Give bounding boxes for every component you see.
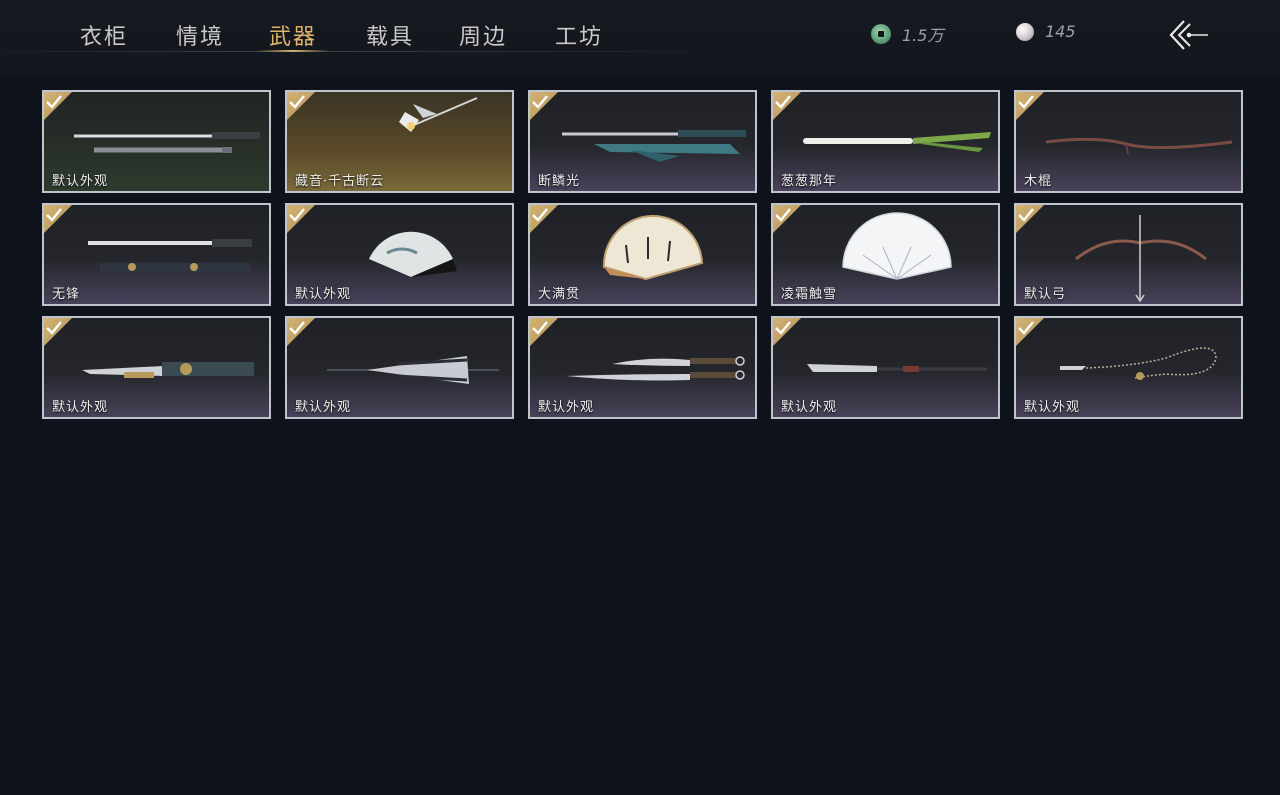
weapon-card[interactable]: 默认外观 bbox=[42, 90, 271, 193]
weapon-card[interactable]: 默认外观 bbox=[771, 316, 1000, 419]
weapon-card[interactable]: 断鳞光 bbox=[528, 90, 757, 193]
item-label: 默认弓 bbox=[1024, 287, 1067, 302]
top-bar: 衣柜 情境 武器 载具 周边 工坊 1.5万 145 bbox=[0, 0, 1280, 76]
jade-coin-icon bbox=[871, 24, 891, 44]
category-tabs: 衣柜 情境 武器 载具 周边 工坊 bbox=[0, 0, 690, 52]
item-label: 默认外观 bbox=[295, 400, 352, 415]
item-label: 默认外观 bbox=[781, 400, 838, 415]
tab-scene[interactable]: 情境 bbox=[176, 19, 224, 51]
weapon-card[interactable]: 默认外观 bbox=[285, 203, 514, 306]
tab-vehicles[interactable]: 载具 bbox=[366, 19, 414, 51]
item-label: 凌霜触雪 bbox=[781, 287, 838, 302]
back-arrow-icon bbox=[1169, 20, 1208, 50]
tab-accessories[interactable]: 周边 bbox=[459, 19, 507, 51]
item-label: 默认外观 bbox=[1024, 400, 1081, 415]
item-label: 默认外观 bbox=[538, 400, 595, 415]
item-label: 木棍 bbox=[1024, 174, 1053, 189]
weapon-card[interactable]: 木棍 bbox=[1014, 90, 1243, 193]
weapon-card[interactable]: 无锋 bbox=[42, 203, 271, 306]
item-label: 葱葱那年 bbox=[781, 174, 838, 189]
item-label: 默认外观 bbox=[295, 287, 352, 302]
item-label: 默认外观 bbox=[52, 400, 109, 415]
coin-value: 1.5万 bbox=[902, 26, 944, 45]
weapon-grid: 默认外观 藏音·千古断云 断鳞光 葱葱那年 木棍 无锋 默认外观 大满贯 凌霜触… bbox=[42, 90, 1244, 420]
weapon-card[interactable]: 默认外观 bbox=[42, 316, 271, 419]
weapon-card[interactable]: 葱葱那年 bbox=[771, 90, 1000, 193]
pearl-icon bbox=[1016, 22, 1034, 41]
item-label: 无锋 bbox=[52, 287, 81, 302]
tab-wardrobe[interactable]: 衣柜 bbox=[80, 19, 128, 51]
coin-balance: 1.5万 bbox=[871, 22, 943, 46]
weapon-card[interactable]: 默认弓 bbox=[1014, 203, 1243, 306]
back-button[interactable] bbox=[1168, 18, 1210, 52]
item-label: 藏音·千古断云 bbox=[295, 174, 385, 189]
item-label: 大满贯 bbox=[538, 287, 581, 302]
weapon-card[interactable]: 凌霜触雪 bbox=[771, 203, 1000, 306]
active-tab-indicator bbox=[256, 50, 330, 52]
weapon-card[interactable]: 大满贯 bbox=[528, 203, 757, 306]
weapon-card[interactable]: 默认外观 bbox=[528, 316, 757, 419]
pearl-balance: 145 bbox=[1016, 22, 1076, 41]
tab-workshop[interactable]: 工坊 bbox=[555, 19, 603, 51]
pearl-value: 145 bbox=[1045, 22, 1076, 41]
weapon-card[interactable]: 默认外观 bbox=[285, 316, 514, 419]
item-label: 断鳞光 bbox=[538, 174, 581, 189]
item-label: 默认外观 bbox=[52, 174, 109, 189]
tab-weapons[interactable]: 武器 bbox=[269, 19, 317, 51]
weapon-card[interactable]: 藏音·千古断云 bbox=[285, 90, 514, 193]
weapon-card[interactable]: 默认外观 bbox=[1014, 316, 1243, 419]
